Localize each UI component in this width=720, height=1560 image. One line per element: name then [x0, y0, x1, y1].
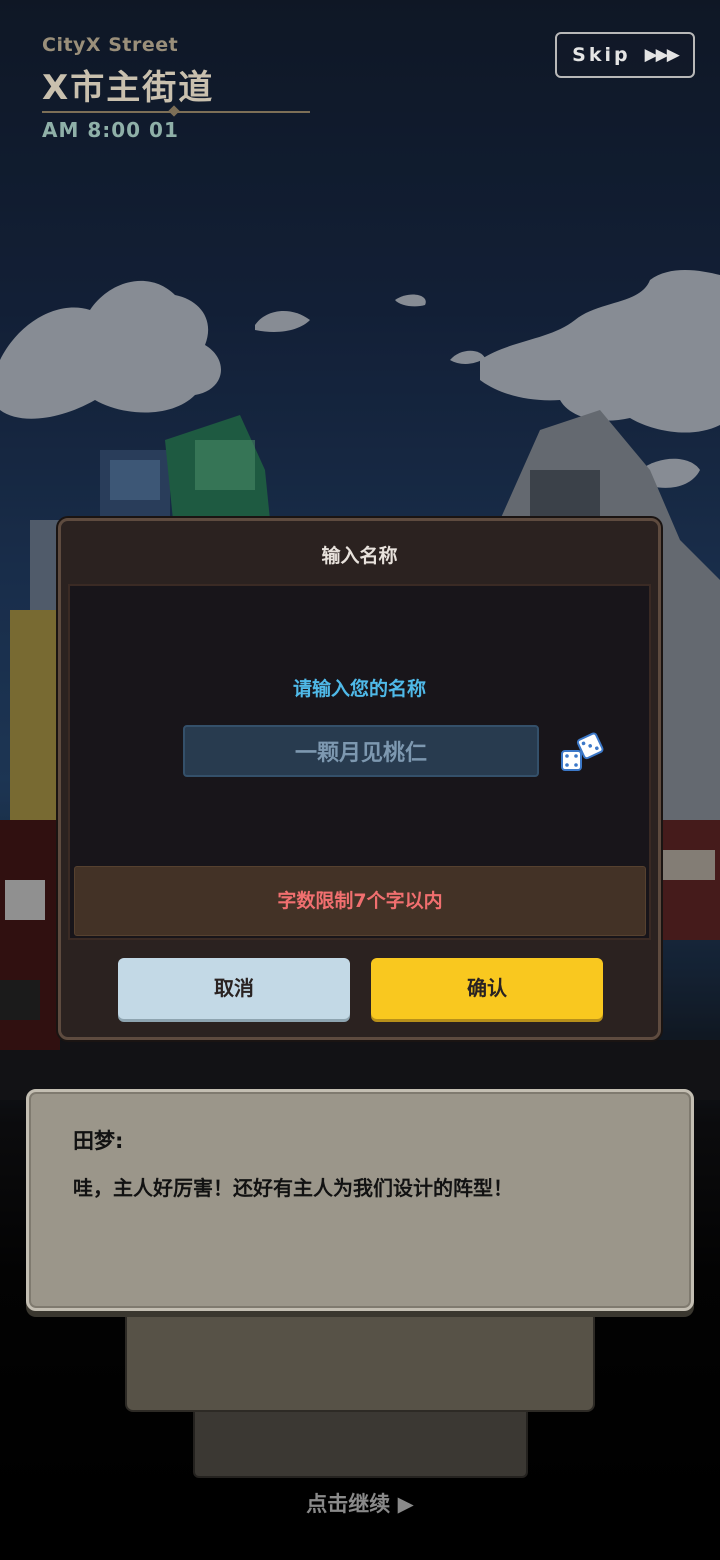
- speaker-name: 田梦:: [73, 1129, 124, 1153]
- location-name-cn: X市主街道: [42, 68, 215, 108]
- dice-random-name-icon[interactable]: [558, 731, 606, 775]
- skip-button[interactable]: Skip ▶▶▶: [555, 32, 695, 78]
- location-name-en: CityX Street: [42, 34, 179, 56]
- name-input[interactable]: [183, 725, 539, 777]
- dialogue-box[interactable]: 田梦: 哇，主人好厉害！还好有主人为我们设计的阵型！: [26, 1089, 694, 1311]
- cancel-button[interactable]: 取消: [118, 958, 350, 1019]
- location-time: AM 8:00 01: [42, 118, 179, 142]
- skip-label: Skip: [572, 44, 631, 66]
- fast-forward-icon: ▶▶▶: [644, 45, 680, 65]
- name-input-dialog: 输入名称 请输入您的名称 字数限制7个字以内 取消 确认: [58, 518, 661, 1040]
- tap-to-continue[interactable]: 点击继续 ▶: [0, 1488, 720, 1518]
- dialogue-line: 哇，主人好厉害！还好有主人为我们设计的阵型！: [73, 1176, 513, 1200]
- character-limit-note: 字数限制7个字以内: [74, 866, 646, 936]
- confirm-button[interactable]: 确认: [371, 958, 603, 1019]
- dialog-stack-middle: [125, 1300, 595, 1412]
- dialog-title: 输入名称: [321, 545, 398, 567]
- dialog-body: 请输入您的名称 字数限制7个字以内: [68, 584, 651, 940]
- name-prompt: 请输入您的名称: [292, 678, 426, 700]
